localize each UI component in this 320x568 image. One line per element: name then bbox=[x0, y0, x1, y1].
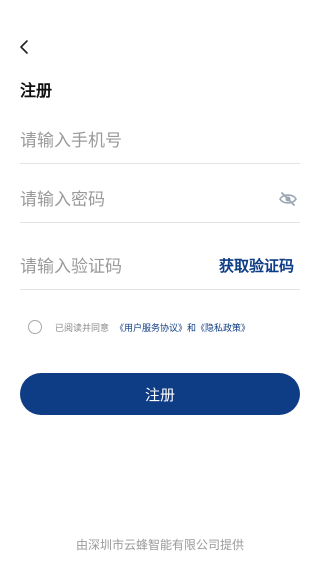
verification-code-input[interactable] bbox=[20, 252, 240, 282]
get-code-button[interactable]: 获取验证码 bbox=[219, 255, 294, 277]
register-button[interactable]: 注册 bbox=[20, 373, 300, 415]
agreement-row: 已阅读并同意 《用户服务协议》 和 《隐私政策》 bbox=[28, 318, 250, 336]
phone-input[interactable] bbox=[20, 126, 240, 156]
password-input[interactable] bbox=[20, 185, 240, 215]
page-title: 注册 bbox=[20, 81, 53, 100]
agreement-and: 和 bbox=[187, 323, 197, 334]
footer-provider-text: 由深圳市云蜂智能有限公司提供 bbox=[75, 538, 244, 552]
eye-off-icon[interactable] bbox=[278, 191, 298, 207]
chevron-left-icon[interactable] bbox=[14, 36, 36, 58]
agree-radio[interactable] bbox=[28, 320, 42, 334]
phone-field bbox=[20, 118, 300, 164]
user-agreement-link[interactable]: 《用户服务协议》 bbox=[115, 321, 187, 334]
agreement-prefix: 已阅读并同意 bbox=[55, 323, 110, 334]
password-field bbox=[20, 177, 300, 223]
privacy-policy-link[interactable]: 《隐私政策》 bbox=[196, 321, 250, 334]
verification-code-field: 获取验证码 bbox=[20, 244, 300, 290]
